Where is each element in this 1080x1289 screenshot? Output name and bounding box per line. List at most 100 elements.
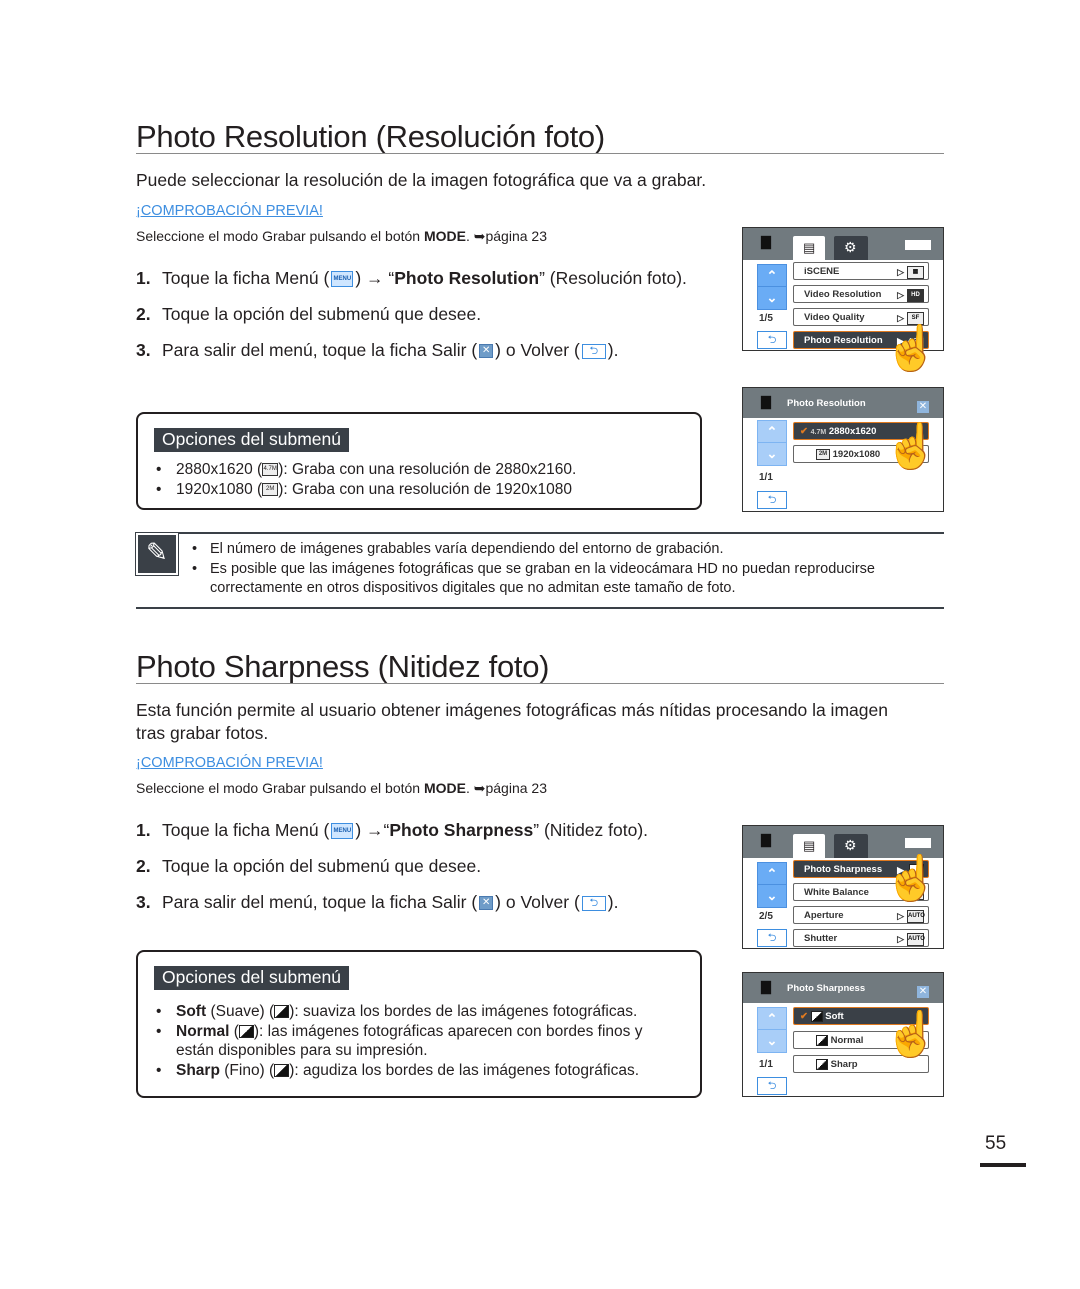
step-number: 3. (136, 340, 151, 360)
camera-icon: ▇ (761, 832, 771, 847)
precheck-text-after: . ➥página 23 (465, 228, 547, 244)
submenu-item: 1920x1080 (2M): Graba con una resolución… (152, 480, 576, 500)
scene-icon: ▦ (907, 266, 924, 279)
scroll-up-button[interactable]: ⌃ (757, 1007, 787, 1031)
sharpness-normal-icon (238, 1024, 254, 1038)
page-number-rule (980, 1163, 1026, 1167)
mode-label: MODE (423, 228, 466, 244)
menu-tab-icon: ▤ (803, 240, 816, 255)
camera-icon: ▇ (761, 234, 771, 249)
tab-settings[interactable]: ⚙ (834, 834, 868, 858)
aperture-auto-icon: AUTO (907, 910, 925, 923)
scroll-up-button[interactable]: ⌃ (757, 420, 787, 444)
close-button[interactable]: ✕ (917, 401, 929, 413)
step-number: 2. (136, 856, 151, 876)
menu-item-iscene[interactable]: iSCENE ▷ ▦ (793, 262, 929, 280)
resolution-4-7m-icon: 4.7M (262, 463, 279, 477)
step-2: 2. Toque la opción del submenú que desee. (136, 304, 481, 325)
intro-text: Esta función permite al usuario obtener … (136, 700, 888, 743)
menu-item-shutter[interactable]: Shutter ▷ AUTO (793, 929, 929, 947)
menu-item-label: White Balance (804, 887, 869, 898)
battery-storage-icon (905, 240, 931, 250)
arrow-icon: ▷ (897, 290, 904, 300)
step-text: Toque la ficha Menú ( (162, 820, 330, 840)
check-icon: ✔ (800, 1011, 808, 1022)
step-text: ). (607, 340, 619, 360)
menu-item-label: Video Resolution (804, 289, 882, 300)
close-button[interactable]: ✕ (917, 986, 929, 998)
submenu-list: 2880x1620 (4.7M): Graba con una resoluci… (152, 460, 576, 499)
menu-item-aperture[interactable]: Aperture ▷ AUTO (793, 906, 929, 924)
page-indicator: 1/1 (759, 472, 773, 483)
pencil-glyph: ✎ (146, 537, 168, 567)
exit-icon: ✕ (479, 896, 494, 911)
scroll-down-button[interactable]: ⌄ (757, 1029, 787, 1053)
shutter-auto-icon: AUTO (907, 933, 925, 946)
sharpness-soft-icon (810, 1010, 823, 1022)
menu-tab-icon: MENU (331, 271, 354, 288)
menu-item-label: Aperture (804, 910, 844, 921)
arrow-icon: ▷ (897, 934, 904, 944)
step-text: Toque la opción del submenú que desee. (162, 856, 482, 876)
step-text: ) o Volver ( (495, 340, 580, 360)
scroll-up-button[interactable]: ⌃ (757, 264, 787, 288)
screen-header: ▇ Photo Resolution ✕ (743, 388, 943, 418)
precheck-text-after: . ➥página 23 (465, 780, 547, 796)
tab-menu[interactable]: ▤ (793, 834, 825, 858)
page-indicator: 1/1 (759, 1059, 773, 1070)
step-text: ) o Volver ( (495, 892, 580, 912)
precheck-text: Seleccione el modo Grabar pulsando el bo… (136, 228, 547, 245)
scroll-down-button[interactable]: ⌄ (757, 286, 787, 310)
option-label: Normal (176, 1022, 230, 1040)
step-text: ). (607, 892, 619, 912)
option-label: 1920x1080 (176, 480, 253, 498)
page-number: 55 (985, 1133, 1007, 1154)
submenu-item: Sharp (Fino) (): agudiza los bordes de l… (152, 1061, 682, 1081)
precheck-link[interactable]: ¡COMPROBACIÓN PREVIA! (136, 755, 323, 771)
precheck-text-before: Seleccione el modo Grabar pulsando el bo… (136, 228, 424, 244)
note-item: Es posible que las imágenes fotográficas… (190, 560, 930, 599)
submenu-options-box: Opciones del submenú 2880x1620 (4.7M): G… (136, 412, 702, 510)
step-3: 3. Para salir del menú, toque la ficha Sa… (136, 892, 618, 913)
scroll-down-button[interactable]: ⌄ (757, 442, 787, 466)
section-title-photo-resolution: Photo Resolution (Resolución foto) (136, 119, 605, 154)
note-item: El número de imágenes grabables varía de… (190, 540, 930, 560)
option-label: 2880x1620 (176, 461, 253, 478)
resolution-2m-icon: 2M (816, 448, 830, 460)
menu-item-video-resolution[interactable]: Video Resolution ▷ HD (793, 285, 929, 303)
back-icon: ⮌ (581, 895, 606, 911)
sharpness-sharp-icon (816, 1058, 828, 1070)
gear-icon: ⚙ (844, 239, 857, 255)
resolution-4-7m-icon: 4.7M (810, 429, 827, 436)
submenu-item: 2880x1620 (4.7M): Graba con una resoluci… (152, 460, 576, 480)
step-text: ) → “ (355, 268, 395, 288)
menu-item-label: Photo Resolution (804, 335, 883, 346)
submenu-options-box: Opciones del submenú Soft (Suave) (): su… (136, 950, 702, 1098)
check-icon: ✔ (800, 426, 808, 437)
back-button[interactable]: ⮌ (757, 1077, 787, 1095)
back-button[interactable]: ⮌ (757, 929, 787, 947)
page-indicator: 2/5 (759, 911, 773, 922)
option-label: Sharp (176, 1061, 220, 1079)
resolution-2m-icon: 2M (262, 482, 279, 496)
tab-settings[interactable]: ⚙ (834, 236, 868, 260)
back-button[interactable]: ⮌ (757, 331, 787, 349)
mode-label: MODE (423, 780, 466, 796)
note-bottom-rule (136, 607, 944, 609)
scroll-up-button[interactable]: ⌃ (757, 862, 787, 886)
camera-icon: ▇ (761, 979, 771, 994)
precheck-link[interactable]: ¡COMPROBACIÓN PREVIA! (136, 203, 323, 219)
step-text: ” (Nitidez foto). (533, 820, 649, 840)
submenu-title: Opciones del submenú (154, 966, 349, 990)
hand-pointer-icon: ☝ (884, 1010, 940, 1060)
note-top-rule (136, 532, 944, 534)
option-desc: ): agudiza los bordes de las imágenes fo… (289, 1061, 639, 1079)
tab-menu[interactable]: ▤ (793, 236, 825, 260)
exit-icon: ✕ (479, 344, 494, 359)
back-button[interactable]: ⮌ (757, 491, 787, 509)
sharpness-soft-icon (274, 1005, 290, 1019)
hand-pointer-icon: ☝ (884, 854, 940, 904)
screen-header: ▇ Photo Sharpness ✕ (743, 973, 943, 1003)
step-number: 1. (136, 268, 151, 288)
scroll-down-button[interactable]: ⌄ (757, 884, 787, 908)
